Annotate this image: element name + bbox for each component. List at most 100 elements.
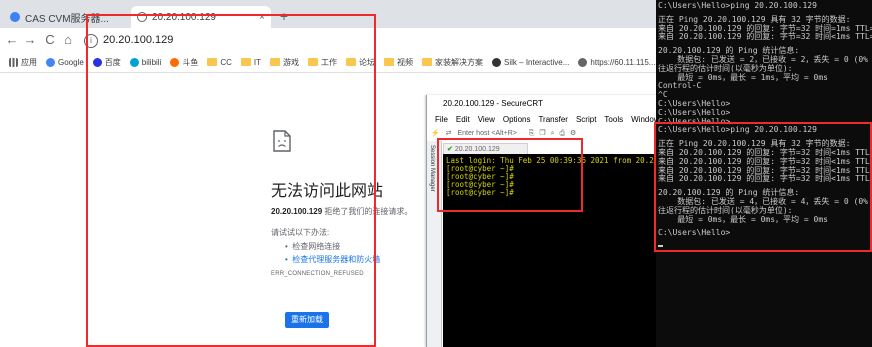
console-line: C:\Users\Hello>ping 20.20.100.129	[658, 125, 817, 135]
reload-icon[interactable]: C	[42, 31, 58, 49]
tab-20-20-100-129[interactable]: 20.20.100.129 ×	[131, 6, 271, 28]
bookmark-label: Google	[58, 57, 84, 67]
session-manager-label: Session Manager	[429, 145, 435, 192]
cas-favicon-icon	[10, 12, 20, 22]
site-favicon-icon	[578, 57, 588, 67]
suggestion-check-proxy-link[interactable]: • 检查代理服务器和防火墙	[285, 254, 380, 265]
bookmark-item[interactable]: 斗鱼	[170, 57, 198, 68]
forward-arrow-icon[interactable]: →	[22, 31, 38, 49]
host-entry-field[interactable]: Enter host <Alt+R>	[458, 130, 517, 137]
bookmark-label: https://60.11.115...	[590, 57, 656, 67]
bookmark-item[interactable]: 视频	[384, 57, 413, 68]
console-line: Control-C	[658, 81, 702, 91]
menu-item[interactable]: Transfer	[538, 113, 568, 127]
folder-icon	[308, 58, 319, 66]
site-favicon-icon	[170, 57, 180, 67]
error-code: ERR_CONNECTION_REFUSED	[271, 271, 364, 277]
session-tab-label: 20.20.100.129	[454, 146, 500, 153]
bookmark-label: 工作	[321, 57, 338, 67]
cmd-console[interactable]: C:\Users\Hello>ping 20.20.100.129 正在 Ping…	[656, 0, 872, 347]
menu-item[interactable]: Tools	[604, 113, 623, 127]
site-favicon-icon	[492, 57, 502, 67]
console-line: 来自 20.20.100.129 的回复: 字节=32 时间<1ms TTL=6…	[658, 32, 872, 42]
tab-cas-cvm[interactable]: CAS CVM服务器...	[4, 6, 129, 28]
home-icon[interactable]: ⌂	[60, 31, 76, 49]
text-cursor	[658, 244, 663, 247]
bookmark-label: bilibili	[141, 57, 162, 67]
tab-strip: CAS CVM服务器... 20.20.100.129 × +	[0, 0, 660, 28]
settings-icon[interactable]: ⚙	[570, 130, 576, 137]
print-icon[interactable]: ⎙	[559, 130, 565, 137]
folder-icon	[384, 58, 395, 66]
bookmark-item[interactable]: Google	[46, 57, 84, 67]
session-manager-strip[interactable]: Session Manager	[427, 141, 442, 347]
bookmark-label: CC	[220, 57, 232, 67]
bookmark-item[interactable]: 游戏	[270, 57, 299, 68]
error-description: 20.20.100.129 拒绝了我们的连接请求。	[271, 206, 412, 217]
try-label: 请试试以下办法:	[271, 228, 330, 237]
new-tab-button[interactable]: +	[276, 8, 292, 24]
bookmark-item[interactable]: IT	[240, 57, 262, 67]
tab-label: 20.20.100.129	[152, 11, 216, 23]
tab-close-icon[interactable]: ×	[259, 12, 265, 23]
folder-icon	[422, 58, 433, 66]
folder-icon	[270, 58, 281, 66]
menu-item[interactable]: Script	[576, 113, 596, 127]
bookmark-label: 应用	[21, 57, 37, 67]
error-host: 20.20.100.129	[271, 207, 323, 216]
bookmark-item[interactable]: Silk – Interactive...	[492, 57, 570, 67]
menu-item[interactable]: Options	[503, 113, 531, 127]
bookmark-label: 斗鱼	[182, 57, 199, 67]
back-arrow-icon[interactable]: ←	[4, 31, 20, 49]
error-desc-text: 拒绝了我们的连接请求。	[322, 207, 413, 216]
menu-item[interactable]: View	[478, 113, 495, 127]
tab-label: CAS CVM服务器...	[25, 13, 109, 25]
reload-button[interactable]: 重新加载	[285, 312, 329, 328]
bookmarks-bar: 应用 Google 百度 bilibili 斗鱼 CC IT 游戏 工作 论坛 视频 家装解决方案 Si…	[0, 52, 660, 73]
menu-item[interactable]: File	[435, 113, 448, 127]
sad-document-icon	[273, 130, 291, 152]
console-line: C:\Users\Hello>	[658, 228, 731, 238]
connect-icon[interactable]: ⚡	[431, 130, 440, 137]
bookmark-item[interactable]: 应用	[9, 57, 37, 68]
console-line: 来自 20.20.100.129 的回复: 字节=32 时间<1ms TTL=6…	[658, 174, 872, 184]
bookmark-item[interactable]: 百度	[92, 57, 121, 68]
bookmark-label: IT	[253, 57, 262, 67]
console-line: 最短 = 0ms，最长 = 0ms，平均 = 0ms	[658, 214, 828, 224]
info-icon[interactable]: i	[84, 34, 98, 48]
error-page: 无法访问此网站 20.20.100.129 拒绝了我们的连接请求。 请试试以下办…	[0, 73, 430, 347]
bookmark-label: 百度	[104, 57, 121, 67]
find-icon[interactable]: ⌕	[551, 130, 555, 137]
copy-icon[interactable]: ⎘	[529, 130, 535, 137]
check-icon: ✔	[447, 146, 453, 153]
terminal-output[interactable]: Last login: Thu Feb 25 00:39:36 2021 fro…	[443, 154, 661, 347]
folder-icon	[346, 58, 357, 66]
bookmark-label: 游戏	[283, 57, 300, 67]
globe-icon	[137, 12, 147, 22]
bookmark-label: Silk – Interactive...	[504, 57, 570, 67]
terminal-line: [root@cyber ~]#	[446, 188, 514, 197]
address-bar[interactable]: i 20.20.100.129	[84, 31, 644, 49]
site-favicon-icon	[129, 57, 139, 67]
bookmark-item[interactable]: 工作	[308, 57, 337, 68]
folder-icon	[207, 58, 218, 66]
suggestion-check-network: • 检查网络连接	[285, 242, 341, 251]
bookmark-label: 视频	[397, 57, 414, 67]
bookmark-label: 论坛	[359, 57, 376, 67]
session-tab[interactable]: ✔ 20.20.100.129	[443, 143, 528, 154]
bookmark-item[interactable]: https://60.11.115...	[578, 57, 656, 67]
browser-toolbar: ← → C ⌂ i 20.20.100.129	[0, 28, 660, 53]
bookmark-label: 家装解决方案	[435, 57, 484, 67]
bookmark-item[interactable]: bilibili	[129, 57, 162, 67]
quick-connect-icon[interactable]: ⇄	[446, 130, 452, 137]
apps-grid-icon	[9, 57, 18, 67]
bookmark-item[interactable]: 论坛	[346, 57, 375, 68]
folder-icon	[240, 58, 251, 66]
securecrt-title: 20.20.100.129 - SecureCRT	[427, 95, 661, 113]
securecrt-toolbar: ⚡ ⇄ Enter host <Alt+R> ⎘ ❐ ⌕ ⎙ ⚙	[427, 127, 661, 141]
bookmark-item[interactable]: CC	[207, 58, 232, 67]
menu-item[interactable]: Edit	[456, 113, 470, 127]
bookmark-item[interactable]: 家装解决方案	[422, 57, 483, 68]
paste-icon[interactable]: ❐	[539, 130, 545, 137]
error-title: 无法访问此网站	[271, 183, 384, 200]
